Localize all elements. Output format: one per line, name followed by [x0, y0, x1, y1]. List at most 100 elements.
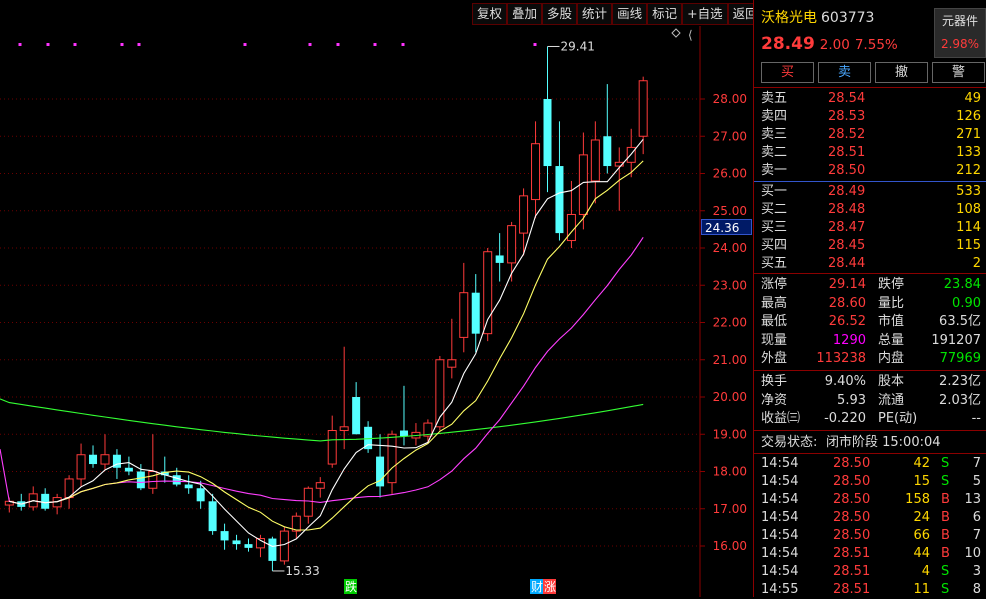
- tick-row: 14:54 28.51 44 B 10: [754, 545, 986, 563]
- level-volume: 114: [956, 220, 981, 235]
- event-dot: [373, 43, 377, 46]
- tick-volume: 15: [913, 474, 930, 489]
- stat-inner-label: 内盘: [878, 351, 905, 366]
- stat-nav-label: 净资: [761, 392, 788, 408]
- toolbar-item[interactable]: +自选: [682, 3, 728, 25]
- trade-actions: 买 卖 撤 警: [761, 62, 985, 83]
- candle-body-down: [543, 99, 552, 167]
- bid-row[interactable]: 买三 28.47 114: [754, 219, 986, 237]
- tick-time: 14:54: [761, 564, 799, 579]
- stat-turnover: 9.40%: [824, 374, 866, 389]
- tick-side: S: [941, 582, 950, 597]
- level-label: 买一: [761, 184, 788, 199]
- tick-price: 28.50: [833, 474, 871, 489]
- tick-price: 28.50: [833, 492, 871, 507]
- bid-row[interactable]: 买一 28.49 533: [754, 183, 986, 201]
- sell-button[interactable]: 卖: [818, 62, 871, 83]
- level-volume: 133: [956, 145, 981, 160]
- y-tick-label: 20.00: [713, 390, 747, 404]
- alert-button[interactable]: 警: [932, 62, 985, 83]
- trade-status-label: 交易状态:: [761, 435, 818, 450]
- candle-body-up: [459, 292, 469, 338]
- y-tick-label: 17.00: [713, 502, 747, 516]
- tick-time: 14:54: [761, 456, 799, 471]
- stock-name: 沃格光电: [761, 10, 817, 26]
- price-bar: 28.49 2.00 7.55%: [761, 34, 898, 54]
- ask-row[interactable]: 卖五 28.54 49: [754, 90, 986, 108]
- tick-side: B: [941, 546, 950, 561]
- tick-volume: 158: [905, 492, 930, 507]
- candle-body-down: [232, 540, 241, 545]
- stat-row: 涨停 29.14 跌停 23.84: [754, 276, 986, 294]
- stat-total-vol: 191207: [931, 332, 981, 348]
- candle-body-down: [364, 426, 373, 450]
- tick-count: 6: [972, 510, 981, 525]
- tick-price: 28.50: [833, 510, 871, 525]
- candle-body-up: [339, 426, 349, 432]
- bid-row[interactable]: 买五 28.44 2: [754, 255, 986, 273]
- stat-limit-up: 29.14: [828, 277, 866, 292]
- stat-float-label: 流通: [878, 392, 905, 408]
- ask-row[interactable]: 卖三 28.52 271: [754, 126, 986, 144]
- candle-body-up: [638, 80, 648, 137]
- tick-price: 28.51: [833, 564, 871, 579]
- event-dot: [533, 43, 537, 46]
- stat-low-label: 最低: [761, 314, 788, 329]
- stat-vol-ratio-label: 量比: [878, 295, 905, 311]
- toolbar-item[interactable]: 复权: [472, 3, 508, 25]
- ask-row[interactable]: 卖一 28.50 212: [754, 162, 986, 180]
- trade-status-row: 交易状态: 闭市阶段 15:00:04: [754, 434, 986, 452]
- candle-body-down: [603, 136, 612, 167]
- level-price: 28.44: [828, 256, 866, 271]
- stat-row: 换手 9.40% 股本 2.23亿: [754, 373, 986, 391]
- event-dot: [336, 43, 340, 46]
- y-tick-label: 25.00: [713, 204, 747, 218]
- toolbar-item[interactable]: 画线: [612, 3, 648, 25]
- toolbar-item[interactable]: 统计: [577, 3, 613, 25]
- stat-high: 28.60: [828, 295, 866, 311]
- event-dot: [308, 43, 312, 46]
- y-tick-label: 21.00: [713, 353, 747, 367]
- candle-body-up: [387, 433, 397, 484]
- ask-row[interactable]: 卖二 28.51 133: [754, 144, 986, 162]
- stat-limit-up-label: 涨停: [761, 277, 788, 292]
- candle-body-up: [566, 213, 576, 242]
- y-tick-label: 16.00: [713, 539, 747, 553]
- level-label: 买二: [761, 202, 788, 217]
- stat-row: 现量 1290 总量 191207: [754, 332, 986, 350]
- event-badge-label: 涨: [544, 579, 556, 594]
- stat-inner: 77969: [939, 351, 981, 366]
- candle-body-down: [41, 493, 50, 509]
- stat-low: 26.52: [828, 314, 866, 329]
- sector-badge[interactable]: 元器件 2.98%: [934, 8, 986, 58]
- level-label: 卖二: [761, 145, 788, 160]
- bid-row[interactable]: 买二 28.48 108: [754, 201, 986, 219]
- toolbar-item[interactable]: 叠加: [507, 3, 543, 25]
- buy-button[interactable]: 买: [761, 62, 814, 83]
- candle-body-up: [76, 454, 86, 480]
- candle-body-up: [303, 487, 313, 517]
- candle-body-down: [471, 292, 480, 334]
- tick-volume: 4: [921, 564, 930, 579]
- price-change-pct: 7.55%: [854, 37, 898, 53]
- ask-row[interactable]: 卖四 28.53 126: [754, 108, 986, 126]
- tick-price: 28.51: [833, 546, 871, 561]
- candle-body-down: [184, 484, 193, 489]
- bid-row[interactable]: 买四 28.45 115: [754, 237, 986, 255]
- ma20-line: [0, 236, 644, 505]
- candle-body-down: [352, 397, 361, 435]
- high-marker-label: 29.41: [561, 39, 595, 53]
- stat-cur-vol-label: 现量: [761, 332, 788, 348]
- candle-body-up: [327, 430, 337, 465]
- level-volume: 49: [964, 91, 981, 106]
- level-volume: 126: [956, 109, 981, 124]
- toolbar-item[interactable]: 标记: [647, 3, 683, 25]
- kline-chart[interactable]: 28.00 27.00 26.00 25.00 24.00 23.00 22.00 21.00…: [0, 0, 752, 597]
- event-dot: [401, 43, 405, 46]
- cancel-button[interactable]: 撤: [875, 62, 928, 83]
- level-volume: 212: [956, 163, 981, 178]
- tick-count: 7: [972, 456, 981, 471]
- level-price: 28.49: [828, 184, 866, 199]
- event-dot: [46, 43, 50, 46]
- toolbar-item[interactable]: 多股: [542, 3, 578, 25]
